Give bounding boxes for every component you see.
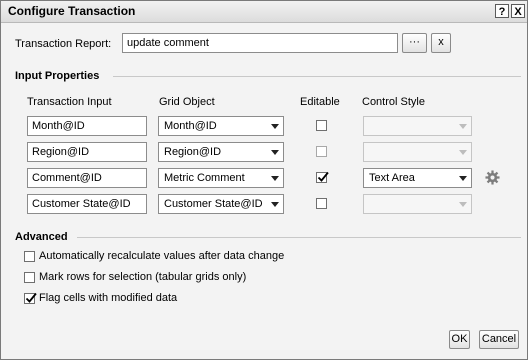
- checkmark-icon: [317, 171, 329, 182]
- grid-object-select[interactable]: Metric Comment: [158, 168, 284, 188]
- grid-object-value: Metric Comment: [164, 172, 245, 184]
- chevron-down-icon: [271, 150, 279, 155]
- flag-cells-label: Flag cells with modified data: [39, 292, 178, 304]
- transaction-input-field[interactable]: Customer State@ID: [27, 194, 147, 214]
- control-style-select[interactable]: [363, 116, 472, 136]
- editable-checkbox[interactable]: [316, 198, 327, 209]
- column-header-editable: Editable: [300, 96, 340, 108]
- column-header-grid-object: Grid Object: [159, 96, 215, 108]
- auto-recalculate-checkbox[interactable]: [24, 251, 35, 262]
- chevron-down-icon: [459, 150, 467, 155]
- control-style-select[interactable]: [363, 142, 472, 162]
- browse-report-button[interactable]: ···: [402, 33, 427, 53]
- grid-object-select[interactable]: Month@ID: [158, 116, 284, 136]
- chevron-down-icon: [459, 124, 467, 129]
- transaction-input-field[interactable]: Month@ID: [27, 116, 147, 136]
- control-style-select[interactable]: Text Area: [363, 168, 472, 188]
- gear-icon[interactable]: [485, 170, 500, 185]
- input-properties-heading: Input Properties: [15, 70, 100, 82]
- clear-report-button[interactable]: x: [431, 33, 451, 53]
- mark-rows-label: Mark rows for selection (tabular grids o…: [39, 271, 247, 283]
- control-style-value: Text Area: [369, 172, 415, 184]
- advanced-heading: Advanced: [15, 231, 68, 243]
- editable-checkbox[interactable]: [316, 146, 327, 157]
- transaction-report-label: Transaction Report:: [15, 38, 112, 50]
- chevron-down-icon: [271, 202, 279, 207]
- flag-cells-checkbox[interactable]: [24, 292, 37, 304]
- column-header-control-style: Control Style: [362, 96, 425, 108]
- checkmark-icon: [25, 292, 37, 303]
- grid-object-value: Region@ID: [164, 146, 222, 158]
- auto-recalculate-label: Automatically recalculate values after d…: [39, 250, 285, 262]
- dialog-title: Configure Transaction: [8, 4, 136, 18]
- ok-button[interactable]: OK: [449, 330, 470, 349]
- chevron-down-icon: [459, 176, 467, 181]
- chevron-down-icon: [271, 176, 279, 181]
- grid-object-value: Customer State@ID: [164, 198, 263, 210]
- editable-checkbox[interactable]: [316, 120, 327, 131]
- grid-object-select[interactable]: Region@ID: [158, 142, 284, 162]
- chevron-down-icon: [459, 202, 467, 207]
- editable-checkbox[interactable]: [316, 171, 329, 183]
- column-header-transaction-input: Transaction Input: [27, 96, 112, 108]
- control-style-select[interactable]: [363, 194, 472, 214]
- mark-rows-checkbox[interactable]: [24, 272, 35, 283]
- help-button[interactable]: ?: [495, 4, 509, 18]
- grid-object-value: Month@ID: [164, 120, 217, 132]
- transaction-report-field[interactable]: update comment: [122, 33, 398, 53]
- grid-object-select[interactable]: Customer State@ID: [158, 194, 284, 214]
- close-button[interactable]: X: [511, 4, 525, 18]
- title-bar: Configure Transaction ? X: [1, 1, 527, 23]
- transaction-input-field[interactable]: Comment@ID: [27, 168, 147, 188]
- chevron-down-icon: [271, 124, 279, 129]
- configure-transaction-dialog: Configure Transaction ? X Transaction Re…: [0, 0, 528, 360]
- transaction-input-field[interactable]: Region@ID: [27, 142, 147, 162]
- cancel-button[interactable]: Cancel: [479, 330, 519, 349]
- advanced-divider: [77, 237, 521, 238]
- input-properties-divider: [113, 76, 521, 77]
